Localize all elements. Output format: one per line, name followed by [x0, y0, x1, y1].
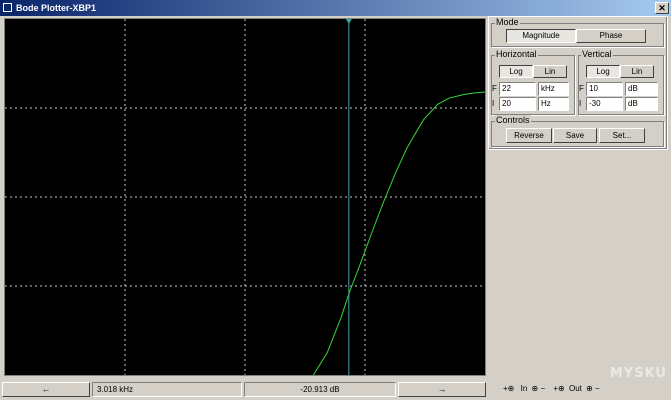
vertical-lin-button[interactable]: Lin	[620, 65, 654, 78]
vertical-initial-letter: I	[579, 99, 582, 108]
cursor-marker	[345, 19, 352, 24]
window-titlebar: Bode Plotter-XBP1 ✕	[0, 0, 671, 16]
in-label: In	[520, 384, 528, 393]
horizontal-final-letter: F	[492, 84, 497, 93]
vertical-final-unit-field[interactable]: dB	[625, 82, 658, 96]
horizontal-final-unit-field[interactable]: kHz	[538, 82, 569, 96]
vertical-initial-unit-field[interactable]: dB	[625, 97, 658, 111]
horizontal-initial-letter: I	[492, 99, 495, 108]
arrow-right-icon: →	[437, 384, 447, 394]
window-title: Bode Plotter-XBP1	[16, 3, 97, 13]
vertical-title: Vertical	[581, 49, 613, 59]
cursor-right-button[interactable]: →	[398, 382, 486, 397]
horizontal-lin-button[interactable]: Lin	[533, 65, 567, 78]
gain-readout: -20.913 dB	[244, 382, 396, 397]
vertical-initial-value-field[interactable]: -30	[586, 97, 623, 111]
vertical-log-button[interactable]: Log	[586, 65, 620, 78]
magnitude-button[interactable]: Magnitude	[506, 29, 576, 43]
arrow-left-icon: ←	[41, 384, 51, 394]
horizontal-title: Horizontal	[495, 49, 538, 59]
in-minus-terminal-icon: ⊕ −	[531, 384, 546, 393]
frequency-readout: 3.018 kHz	[92, 382, 242, 397]
mode-title: Mode	[495, 17, 520, 27]
out-plus-terminal-icon: +⊕	[553, 384, 565, 393]
close-button[interactable]: ✕	[655, 2, 669, 14]
save-button[interactable]: Save	[553, 128, 597, 143]
terminal-legend: +⊕ In ⊕ − +⊕ Out ⊕ −	[503, 382, 600, 396]
vertical-final-value-field[interactable]: 10	[586, 82, 623, 96]
bode-plot-area[interactable]	[4, 18, 486, 376]
app-icon	[3, 3, 12, 12]
magnitude-trace	[312, 91, 485, 375]
horizontal-final-value-field[interactable]: 22	[499, 82, 536, 96]
in-plus-terminal-icon: +⊕	[503, 384, 515, 393]
phase-button[interactable]: Phase	[576, 29, 646, 43]
vertical-final-letter: F	[579, 84, 584, 93]
out-label: Out	[568, 384, 582, 393]
out-minus-terminal-icon: ⊕ −	[586, 384, 600, 393]
horizontal-initial-unit-field[interactable]: Hz	[538, 97, 569, 111]
cursor-left-button[interactable]: ←	[2, 382, 90, 397]
set-button[interactable]: Set...	[599, 128, 645, 143]
watermark-logo: MYSKU	[609, 366, 667, 381]
settings-panel: Mode Magnitude Phase Horizontal Log Lin …	[488, 16, 668, 150]
bode-chart	[5, 19, 485, 375]
horizontal-initial-value-field[interactable]: 20	[499, 97, 536, 111]
horizontal-log-button[interactable]: Log	[499, 65, 533, 78]
controls-title: Controls	[495, 115, 531, 125]
reverse-button[interactable]: Reverse	[506, 128, 552, 143]
